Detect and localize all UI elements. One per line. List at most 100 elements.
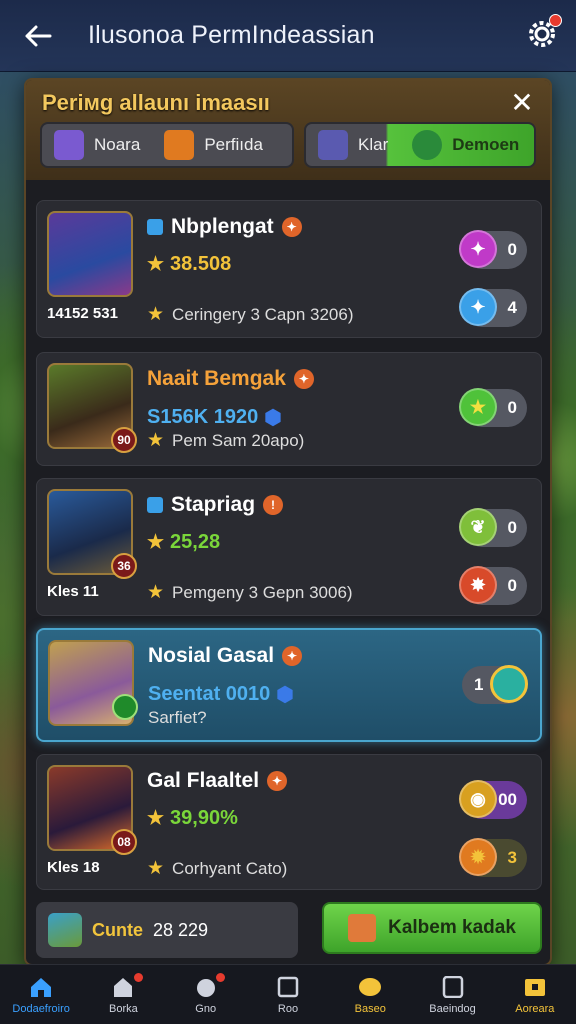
hero-name-line: Nosial Gasal ✦ [148, 644, 303, 668]
hero-stat-line: ★ 25,28 [147, 531, 220, 554]
class-icon [147, 497, 163, 513]
hero-sub: 14152 531 [47, 305, 118, 322]
hero-row[interactable]: Nbplengat ✦ ★ 38.508 14152 531 ★ Ceringery … [36, 200, 542, 338]
hero-row[interactable]: 08 Gal Flaaltel ✦ ★ 39,90% Kles 18 ★ Corhya… [36, 754, 542, 890]
tab-perfiida[interactable]: Perfiıda [204, 135, 263, 155]
nav-label: Aoreara [515, 1002, 555, 1015]
pill-count: 0 [507, 240, 517, 259]
page-title: Ilusonoa PermIndeassian [88, 21, 375, 49]
book-icon [164, 130, 195, 160]
gear-icon[interactable] [526, 14, 562, 50]
nav-baseo[interactable]: Baseo [329, 965, 411, 1024]
tab-noara[interactable]: Noara [94, 135, 140, 155]
tab-demoen[interactable]: Demoen [452, 135, 519, 155]
hero-stat-line: ★ 39,90% [147, 807, 238, 830]
panel-footer: Cunte 28 229 Kalbem kadak [36, 902, 542, 960]
nav-borka[interactable]: Borka [82, 965, 164, 1024]
resource-pill[interactable]: ✦ 0 [459, 230, 527, 269]
resource-pill[interactable]: ★ 0 [459, 388, 527, 427]
hero-row-selected[interactable]: Nosial Gasal ✦ Seentat 0010 ⬢ Sarfiet? 1 [36, 628, 542, 742]
panel-header: Periмg allaunı imaasıı ✕ Noara Perfiıda … [26, 80, 550, 180]
resource-pill[interactable]: 1 [462, 665, 528, 704]
count-box: Cunte 28 229 [36, 902, 298, 958]
roster-panel: Periмg allaunı imaasıı ✕ Noara Perfiıda … [24, 78, 552, 966]
tab-bar: Noara Perfiıda Klar Demoen [40, 122, 536, 168]
notification-dot [215, 973, 225, 982]
hero-stat: 39,90% [170, 807, 238, 829]
burst-icon: ✸ [459, 566, 497, 604]
gem-icon: ⬢ [276, 684, 294, 706]
rank-icon: ✦ [267, 771, 288, 791]
avatar [48, 913, 82, 947]
hero-desc-line: ★ Ceringery 3 Capn 3206) [147, 303, 354, 326]
class-icon [147, 219, 163, 235]
shield-icon [357, 975, 383, 999]
leaf-icon: ❦ [459, 508, 497, 546]
hero-name-line: Gal Flaaltel ✦ [147, 769, 288, 793]
hero-stat-line: Seentat 0010 ⬢ [148, 682, 294, 707]
hero-desc: Ceringery 3 Capn 3206) [172, 304, 354, 324]
rank-icon: ! [263, 495, 284, 515]
hero-name: Nbplengat [171, 215, 274, 238]
hero-desc: Pemgeny 3 Gepn 3006) [172, 582, 353, 602]
pill-count: 1 [474, 675, 484, 694]
nav-label: Dodaefroiro [12, 1002, 70, 1015]
ring-icon [490, 665, 528, 703]
nav-label: Baeindog [429, 1002, 476, 1015]
hero-name-line: Naait Bemgak ✦ [147, 367, 314, 391]
card-icon [275, 975, 301, 999]
hero-stat: S156K 1920 [147, 406, 259, 428]
cube-icon [54, 130, 84, 160]
helmet-icon [193, 975, 219, 999]
hero-desc: Pem Sam 20apo) [172, 430, 305, 450]
rank-icon: ✦ [293, 369, 314, 389]
emblem-icon [412, 130, 443, 160]
level-badge: 08 [111, 829, 137, 855]
close-icon[interactable]: ✕ [506, 86, 538, 118]
count-label: Cunte [92, 919, 143, 940]
hero-stat: Seentat 0010 [148, 683, 271, 705]
nav-label: Baseo [354, 1002, 386, 1015]
nav-label: Roo [277, 1002, 299, 1015]
pill-count: 4 [507, 298, 517, 317]
star-icon: ★ [147, 582, 165, 603]
hero-desc-line: ★ Pem Sam 20apo) [147, 429, 304, 452]
hero-desc: Sarfiet? [148, 708, 207, 727]
nav-roo[interactable]: Roo [247, 965, 329, 1024]
confirm-button[interactable]: Kalbem kadak [322, 902, 542, 954]
nav-aoreara[interactable]: Aoreara [494, 965, 576, 1024]
star-icon: ★ [147, 254, 165, 275]
nav-gno[interactable]: Gno [165, 965, 247, 1024]
chest-icon [522, 975, 548, 999]
chest-icon [348, 914, 377, 942]
hero-name: Nosial Gasal [148, 644, 275, 667]
hero-row[interactable]: 90 Naait Bemgak ✦ S156K 1920 ⬢ ★ Pem Sam 20… [36, 352, 542, 466]
hero-sub: Kles 11 [47, 583, 99, 600]
resource-pill[interactable]: ❦ 0 [459, 508, 527, 547]
star-icon: ★ [459, 388, 497, 426]
notification-dot [133, 973, 143, 982]
resource-pill[interactable]: ✹ 3 [459, 838, 527, 877]
hero-name: Naait Bemgak [147, 367, 286, 390]
scroll-icon [440, 975, 466, 999]
resource-pill[interactable]: ✦ 4 [459, 288, 527, 327]
resource-pill[interactable]: ✸ 0 [459, 566, 527, 605]
star-icon: ★ [147, 532, 165, 553]
back-arrow-icon[interactable] [22, 20, 54, 52]
hero-name-line: Nbplengat ✦ [147, 215, 302, 239]
rank-icon: ✦ [281, 217, 302, 237]
hero-row[interactable]: 36 Stapriag! ★ 25,28 Kles 11 ★ Pemgeny 3 G… [36, 478, 542, 616]
confirm-button-label: Kalbem kadak [388, 917, 516, 938]
bottom-nav: Dodaefroiro Borka Gno Roo Baseo Baeindog… [0, 964, 576, 1024]
nav-baeindog[interactable]: Baeindog [411, 965, 493, 1024]
gem-icon: ⬢ [264, 407, 282, 429]
rank-icon: ✦ [282, 646, 303, 666]
star-icon: ★ [147, 304, 165, 325]
cube-icon [318, 130, 348, 160]
nav-home[interactable]: Dodaefroiro [0, 965, 82, 1024]
hero-stat: 25,28 [170, 531, 221, 553]
level-badge: 90 [111, 427, 137, 453]
tab-klar[interactable]: Klar [358, 135, 388, 155]
resource-pill[interactable]: ◉ 00 [459, 780, 527, 819]
house-icon [110, 975, 136, 999]
